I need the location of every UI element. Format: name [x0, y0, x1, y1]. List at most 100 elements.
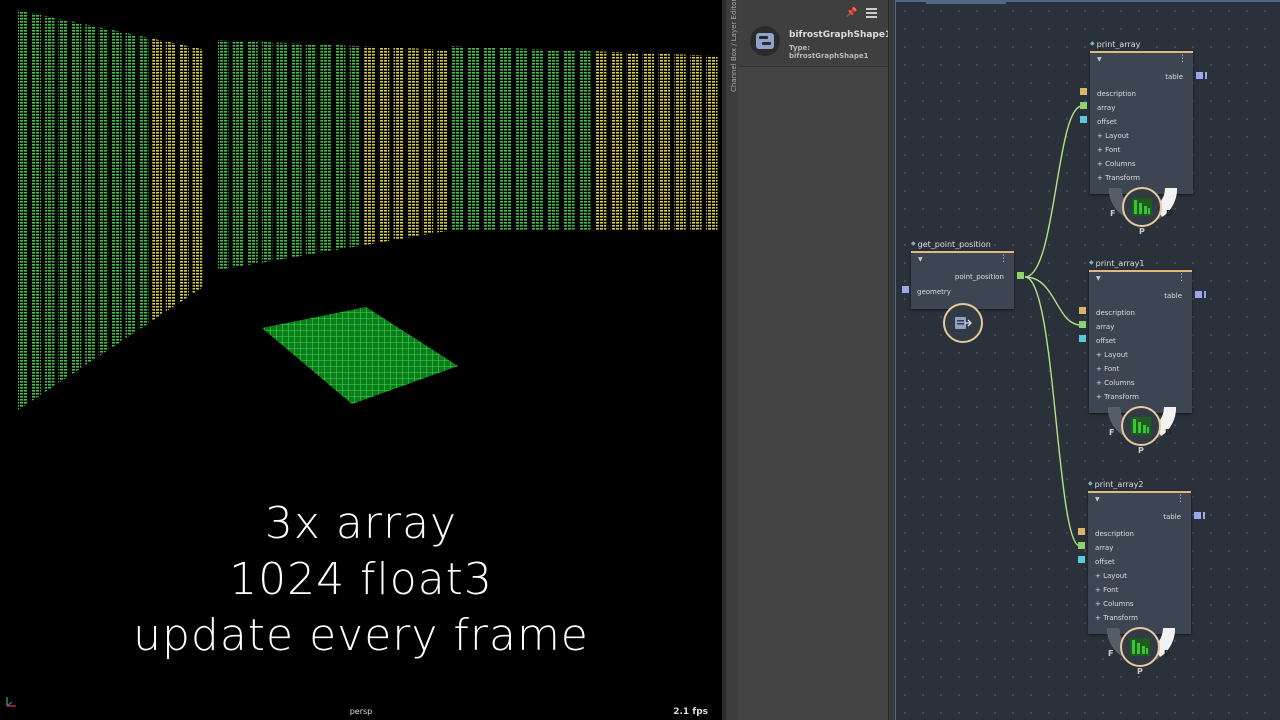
node-body[interactable]: ▼ ⋮ table description array offset + Layout + F…	[1089, 270, 1192, 413]
axis-gizmo-icon	[6, 697, 16, 707]
expand-plus-icon[interactable]: +	[1097, 160, 1103, 168]
overlay-line-1: 3x array	[264, 498, 458, 549]
description-input-label: description	[1097, 90, 1136, 98]
point-position-output-port[interactable]	[1017, 272, 1024, 279]
parameter-group[interactable]: + Columns	[1096, 377, 1135, 389]
overlay-line-3: update every frame	[133, 610, 589, 661]
parameter-group[interactable]: + Transform	[1097, 172, 1140, 184]
node-body[interactable]: ▼ ⋮ point_position geometry	[911, 251, 1014, 309]
wire-to-print-array2	[1024, 276, 1081, 547]
overlay-line-2: 1024 float3	[229, 554, 493, 605]
center-text-wall-column	[305, 43, 317, 255]
expand-plus-icon[interactable]: +	[1096, 379, 1102, 387]
collapse-chevron-icon[interactable]: ▼	[1097, 56, 1102, 63]
ring-label-p[interactable]: P	[1138, 446, 1144, 455]
ring-label-f[interactable]: F	[1108, 649, 1113, 658]
expand-plus-icon[interactable]: +	[1097, 132, 1103, 140]
offset-input-port[interactable]	[1079, 335, 1086, 342]
parameter-group[interactable]: + Layout	[1097, 130, 1129, 142]
parameter-group[interactable]: + Font	[1097, 144, 1120, 156]
description-input-port[interactable]	[1079, 307, 1086, 314]
array-input-label: array	[1097, 104, 1116, 112]
offset-input-port[interactable]	[1078, 556, 1085, 563]
parameter-group[interactable]: + Font	[1096, 363, 1119, 375]
parameter-group[interactable]: + Font	[1095, 584, 1118, 596]
collapse-chevron-icon[interactable]: ▼	[918, 256, 923, 263]
node-marker-icon: ◆	[1088, 480, 1093, 487]
output-port-label: table	[1164, 292, 1182, 300]
left-text-wall-column	[165, 41, 176, 312]
collapse-chevron-icon[interactable]: ▼	[1095, 496, 1100, 503]
ring-label-d[interactable]: D	[1165, 428, 1172, 437]
right-text-wall-column	[467, 46, 480, 231]
channel-box-tab[interactable]: Channel Box / Layer Editor	[730, 0, 738, 92]
ring-label-p[interactable]: P	[1139, 227, 1145, 236]
offset-input-port[interactable]	[1080, 116, 1087, 123]
ring-label-f[interactable]: F	[1110, 209, 1115, 218]
right-text-wall-column	[642, 53, 655, 230]
ring-label-p[interactable]: P	[1137, 667, 1143, 676]
collapse-chevron-icon[interactable]: ▼	[1096, 275, 1101, 282]
node-menu-icon[interactable]: ⋮	[1176, 495, 1185, 504]
node-menu-icon[interactable]: ⋮	[1177, 274, 1186, 283]
ring-label-d[interactable]: D	[1164, 649, 1171, 658]
right-text-wall-column	[499, 47, 512, 230]
description-input-label: description	[1096, 309, 1135, 317]
expand-plus-icon[interactable]: +	[1095, 614, 1101, 622]
side-tab-strip[interactable]	[726, 0, 738, 720]
right-text-wall-column	[626, 52, 639, 231]
ring-label-d[interactable]: D	[1166, 209, 1173, 218]
right-text-wall-column	[674, 54, 686, 231]
expand-plus-icon[interactable]: +	[1097, 174, 1103, 182]
node-marker-icon: ◆	[1089, 259, 1094, 266]
right-text-wall-column	[531, 48, 543, 230]
parameter-group[interactable]: + Layout	[1095, 570, 1127, 582]
table-output-port[interactable]	[1194, 512, 1201, 519]
node-menu-icon[interactable]: ⋮	[1178, 55, 1187, 64]
fps-counter: 2.1 fps	[673, 707, 708, 717]
parameter-group[interactable]: + Layout	[1096, 349, 1128, 361]
offset-input-label: offset	[1096, 337, 1116, 345]
camera-label: persp	[349, 707, 373, 716]
left-text-wall-column	[58, 18, 68, 384]
expand-plus-icon[interactable]: +	[1095, 586, 1101, 594]
node-type-badge	[943, 303, 983, 343]
geometry-input-port[interactable]	[902, 286, 909, 293]
parameter-group[interactable]: + Columns	[1095, 598, 1134, 610]
expand-plus-icon[interactable]: +	[1096, 351, 1102, 359]
node-menu-icon[interactable]: ⋮	[999, 255, 1008, 264]
parameter-group[interactable]: + Transform	[1096, 391, 1139, 403]
ring-label-f[interactable]: F	[1109, 428, 1114, 437]
description-input-port[interactable]	[1078, 528, 1085, 535]
description-input-port[interactable]	[1080, 88, 1087, 95]
array-input-port[interactable]	[1080, 102, 1087, 109]
table-output-port[interactable]	[1196, 72, 1203, 79]
output-port-label: table	[1163, 513, 1181, 521]
expand-plus-icon[interactable]: +	[1096, 365, 1102, 373]
center-text-wall-column	[291, 43, 302, 258]
output-port-label: table	[1165, 73, 1183, 81]
node-body[interactable]: ▼ ⋮ table description array offset + Layout + F…	[1090, 51, 1193, 194]
node-type-badge	[1122, 187, 1162, 227]
center-text-wall-column	[393, 47, 405, 240]
expand-plus-icon[interactable]: +	[1095, 572, 1101, 580]
offset-input-label: offset	[1097, 118, 1117, 126]
array-input-port[interactable]	[1078, 542, 1085, 549]
expand-plus-icon[interactable]: +	[1096, 393, 1102, 401]
array-input-port[interactable]	[1079, 321, 1086, 328]
array-input-label: array	[1096, 323, 1115, 331]
print-table-icon	[1132, 198, 1152, 216]
expand-plus-icon[interactable]: +	[1097, 146, 1103, 154]
center-text-wall-column	[261, 41, 273, 263]
parameter-group[interactable]: + Columns	[1097, 158, 1136, 170]
pin-icon[interactable]: 📌	[846, 8, 857, 18]
menu-icon[interactable]	[866, 8, 877, 20]
graph-node-icon	[750, 26, 780, 56]
bifrost-graph-editor[interactable]: ◆ get_point_position ▼ ⋮ point_position g…	[895, 0, 1280, 720]
parameter-group[interactable]: + Transform	[1095, 612, 1138, 624]
left-text-wall-column	[98, 27, 109, 357]
viewport-panel[interactable]: 3x array 1024 float3 update every frame …	[0, 0, 722, 720]
table-output-port[interactable]	[1195, 291, 1202, 298]
node-body[interactable]: ▼ ⋮ table description array offset + Layout + F…	[1088, 491, 1191, 634]
expand-plus-icon[interactable]: +	[1095, 600, 1101, 608]
